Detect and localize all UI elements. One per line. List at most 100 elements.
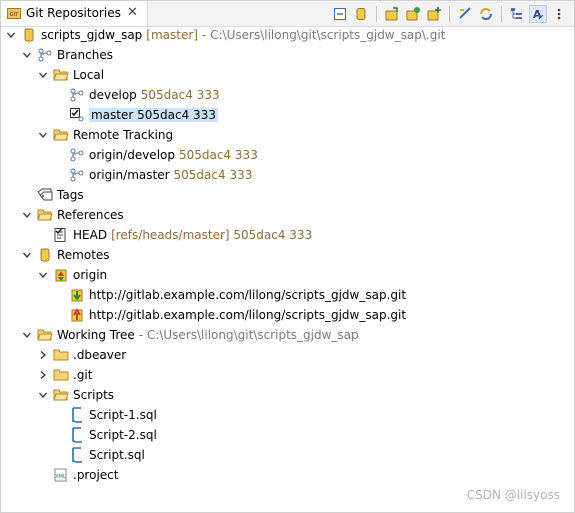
tree-item-remote-tracking[interactable]: Remote Tracking	[37, 125, 173, 145]
tab-git-repositories[interactable]: GIT Git Repositories ✕	[1, 1, 148, 26]
head-label: HEAD	[73, 228, 108, 242]
tree-item-references[interactable]: References	[21, 205, 124, 225]
sql-file-icon	[69, 427, 85, 443]
file-name: Script-2.sql	[89, 428, 157, 442]
tree-item-local[interactable]: Local	[37, 65, 104, 85]
chevron-down-icon[interactable]	[37, 129, 49, 141]
git-repositories-icon: GIT	[7, 6, 21, 20]
tree-item-head[interactable]: HEAD [refs/heads/master] 505dac4 333	[53, 225, 312, 245]
local-label: Local	[73, 68, 105, 82]
chevron-right-icon[interactable]	[37, 369, 49, 381]
active-toggle-icon[interactable]: A	[529, 5, 547, 23]
add-repository-icon[interactable]	[383, 5, 401, 23]
chevron-down-icon[interactable]	[5, 29, 17, 41]
branch-icon	[69, 147, 85, 163]
view-tab-bar: GIT Git Repositories ✕ A	[1, 1, 574, 27]
branch-commit: 505dac4 333	[173, 168, 253, 182]
remote-tracking-label: Remote Tracking	[73, 128, 174, 142]
repository-path: - C:\Users\lilong\git\scripts_gjdw_sap\.…	[201, 28, 446, 42]
branch-commit: 505dac4 333	[179, 148, 258, 162]
remotes-icon	[37, 247, 53, 263]
refresh-icon[interactable]	[477, 5, 495, 23]
file-name: Script.sql	[89, 448, 145, 462]
tree-item-working-tree[interactable]: Working Tree - C:\Users\lilong\git\scrip…	[21, 325, 359, 345]
view-menu-icon[interactable]	[550, 5, 568, 23]
tree-item-branch-develop[interactable]: develop 505dac4 333	[69, 85, 220, 105]
xml-file-icon: XML	[53, 467, 69, 483]
create-repository-icon[interactable]	[425, 5, 443, 23]
checked-out-branch-icon	[69, 107, 85, 123]
watermark: CSDN @lilsyoss	[466, 488, 560, 502]
link-repository-icon[interactable]	[352, 5, 370, 23]
tree-item-folder-dbeaver[interactable]: .dbeaver	[37, 345, 126, 365]
tree-item-folder-git[interactable]: .git	[37, 365, 92, 385]
tree-item-file-script-2[interactable]: Script-2.sql	[69, 425, 157, 445]
folder-name: .dbeaver	[73, 348, 127, 362]
folder-icon	[53, 347, 69, 363]
close-icon[interactable]: ✕	[127, 5, 138, 20]
tags-label: Tags	[57, 188, 84, 202]
chevron-down-icon[interactable]	[21, 209, 33, 221]
chevron-down-icon[interactable]	[37, 389, 49, 401]
tree-item-remote-origin[interactable]: origin	[37, 265, 107, 285]
tree-item-fetch-url[interactable]: http://gitlab.example.com/lilong/scripts…	[69, 285, 406, 305]
collapse-all-icon[interactable]	[331, 5, 349, 23]
tree-item-branches[interactable]: Branches	[21, 45, 113, 65]
reference-icon	[53, 227, 69, 243]
toolbar-separator	[501, 6, 502, 22]
folder-name: Scripts	[73, 388, 115, 402]
svg-text:A: A	[533, 8, 542, 21]
view-toolbar: A	[331, 5, 568, 23]
svg-text:XML: XML	[55, 474, 66, 480]
chevron-down-icon[interactable]	[37, 69, 49, 81]
chevron-right-icon[interactable]	[37, 349, 49, 361]
chevron-down-icon[interactable]	[21, 49, 33, 61]
clone-repository-icon[interactable]	[404, 5, 422, 23]
remotes-label: Remotes	[57, 248, 110, 262]
branches-label: Branches	[57, 48, 113, 62]
chevron-down-icon[interactable]	[37, 269, 49, 281]
toolbar-separator	[376, 6, 377, 22]
open-folder-icon	[53, 127, 69, 143]
hierarchical-branch-layout-icon[interactable]	[508, 5, 526, 23]
tab-title: Git Repositories	[26, 6, 121, 20]
branch-icon	[69, 87, 85, 103]
tree-item-remote-branch-master[interactable]: origin/master 505dac4 333	[69, 165, 252, 185]
branches-icon	[37, 47, 53, 63]
remote-name: origin	[73, 268, 108, 282]
remote-icon	[53, 267, 69, 283]
branch-name: origin/master	[89, 168, 170, 182]
repository-name: scripts_gjdw_sap	[41, 28, 143, 42]
branch-name: origin/develop	[89, 148, 175, 162]
fetch-url-label: http://gitlab.example.com/lilong/scripts…	[89, 288, 407, 302]
repository-branch: [master]	[146, 28, 198, 42]
push-url-label: http://gitlab.example.com/lilong/scripts…	[89, 308, 407, 322]
open-folder-icon	[53, 387, 69, 403]
tree-item-file-project[interactable]: XML .project	[53, 465, 118, 485]
chevron-down-icon[interactable]	[21, 249, 33, 261]
tree-item-repository[interactable]: scripts_gjdw_sap [master] - C:\Users\lil…	[5, 25, 445, 45]
tree-item-tags[interactable]: Tags	[37, 185, 84, 205]
tree-item-branch-master[interactable]: master 505dac4 333	[69, 105, 218, 125]
tree-item-file-script[interactable]: Script.sql	[69, 445, 145, 465]
git-repositories-view: GIT Git Repositories ✕ A scripts_gjdw_sa…	[0, 0, 575, 513]
open-folder-icon	[37, 207, 53, 223]
references-label: References	[57, 208, 124, 222]
tree-item-remote-branch-develop[interactable]: origin/develop 505dac4 333	[69, 145, 258, 165]
tree-item-push-url[interactable]: http://gitlab.example.com/lilong/scripts…	[69, 305, 406, 325]
open-folder-icon	[37, 327, 53, 343]
tree-item-folder-scripts[interactable]: Scripts	[37, 385, 114, 405]
svg-text:GIT: GIT	[10, 12, 19, 18]
chevron-down-icon[interactable]	[21, 329, 33, 341]
link-with-selection-icon[interactable]	[456, 5, 474, 23]
sql-file-icon	[69, 407, 85, 423]
head-target: [refs/heads/master] 505dac4 333	[111, 228, 313, 242]
folder-icon	[53, 367, 69, 383]
sql-file-icon	[69, 447, 85, 463]
tags-icon	[37, 187, 53, 203]
folder-name: .git	[73, 368, 93, 382]
tree-item-file-script-1[interactable]: Script-1.sql	[69, 405, 157, 425]
branch-name-selected: master 505dac4 333	[89, 108, 218, 122]
working-tree-label: Working Tree	[57, 328, 135, 342]
tree-item-remotes[interactable]: Remotes	[21, 245, 110, 265]
